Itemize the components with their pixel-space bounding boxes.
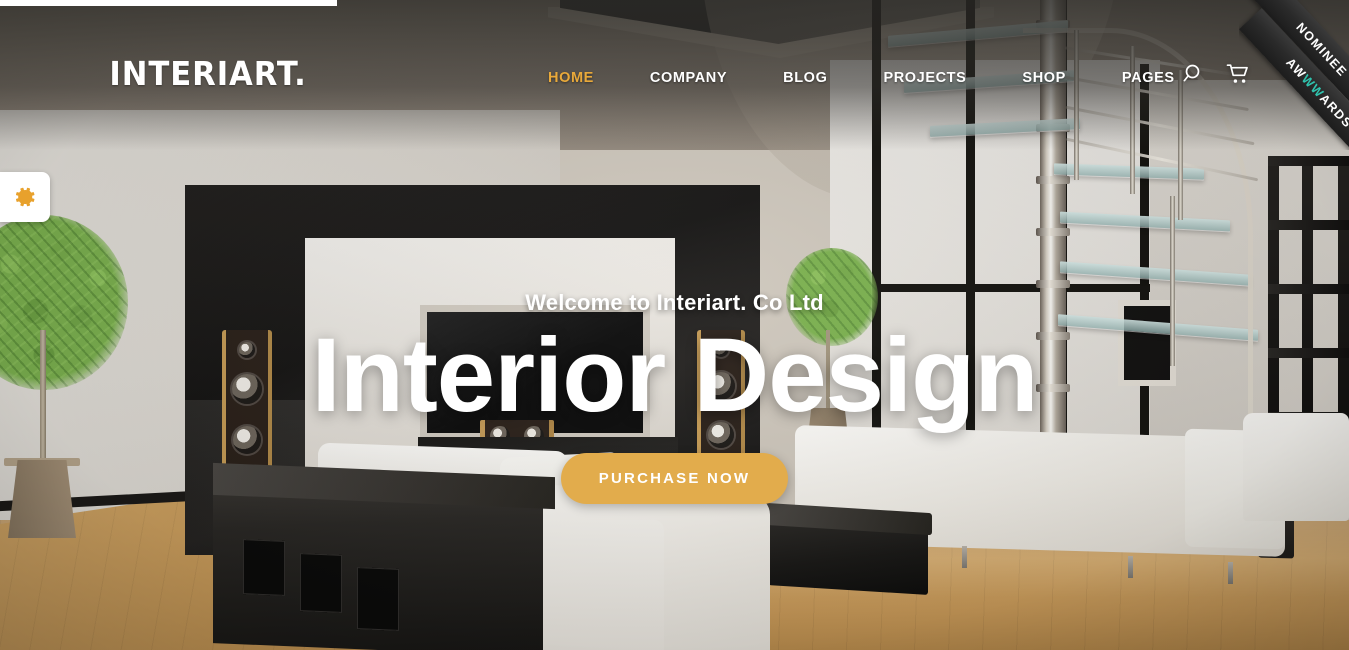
- hero-subtitle: Welcome to Interiart. Co Ltd: [525, 290, 824, 315]
- furniture-leg: [1128, 556, 1133, 578]
- site-logo[interactable]: INTERIART.: [109, 57, 306, 90]
- search-icon[interactable]: [1182, 62, 1206, 86]
- furniture-leg: [1228, 562, 1233, 584]
- page-load-progress-bar: [0, 0, 338, 6]
- header-actions: [1182, 62, 1250, 86]
- cabinet-cubby: [300, 553, 342, 613]
- nav-item-projects[interactable]: PROJECTS: [855, 64, 994, 92]
- nav-item-company[interactable]: COMPANY: [622, 64, 755, 92]
- cabinet-cubby: [243, 539, 285, 596]
- furniture-leg: [962, 546, 967, 568]
- site-header: INTERIART. HOME COMPANY BLOG PROJECTS SH…: [0, 0, 1349, 150]
- gear-icon: [12, 184, 38, 210]
- cart-icon[interactable]: [1226, 62, 1250, 86]
- cabinet-cubby: [357, 567, 399, 631]
- page-stage: INTERIART. HOME COMPANY BLOG PROJECTS SH…: [0, 0, 1349, 650]
- settings-toggle-button[interactable]: [0, 172, 50, 222]
- hero-content: Welcome to Interiart. Co Ltd Interior De…: [0, 290, 1349, 505]
- nav-item-blog[interactable]: BLOG: [755, 64, 855, 92]
- purchase-now-button[interactable]: PURCHASE NOW: [560, 453, 789, 505]
- nav-item-home[interactable]: HOME: [520, 64, 622, 92]
- hero-title: Interior Design: [311, 317, 1039, 434]
- nav-item-shop[interactable]: SHOP: [994, 64, 1094, 92]
- primary-navigation: HOME COMPANY BLOG PROJECTS SHOP PAGES: [520, 64, 1203, 92]
